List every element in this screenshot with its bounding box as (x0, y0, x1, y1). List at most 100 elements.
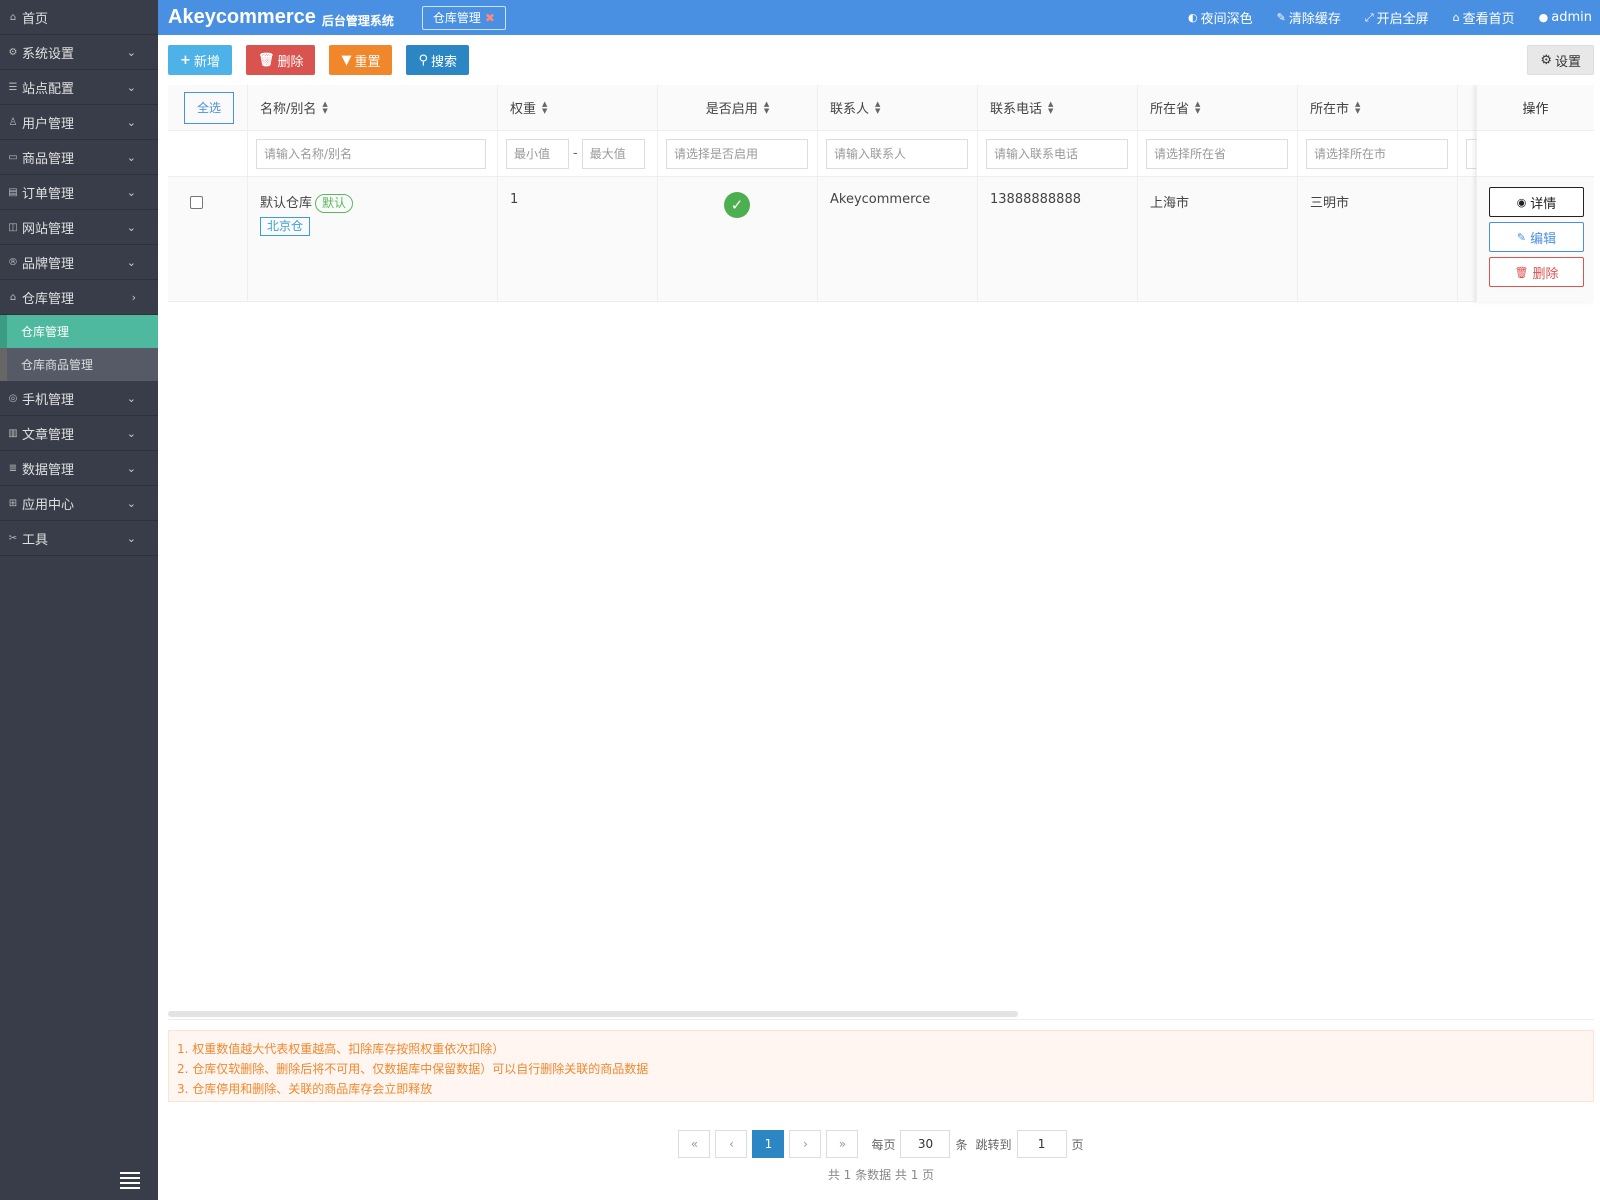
sidebar-item-home[interactable]: ⌂ 首页 (0, 0, 158, 35)
phone-cell: 13888888888 (978, 177, 1138, 301)
column-header-name[interactable]: 名称/别名 ▲ ▼ (248, 85, 498, 130)
sidebar-item-articles[interactable]: ▥ 文章管理 ⌄ (0, 416, 158, 451)
sort-icon[interactable]: ▲ ▼ (1355, 100, 1360, 115)
sidebar-item-users[interactable]: ♙ 用户管理 ⌄ (0, 105, 158, 140)
province-cell: 上海市 (1138, 177, 1298, 301)
next-page-button[interactable]: › (789, 1130, 822, 1158)
fullscreen-button[interactable]: ⤢ 开启全屏 (1364, 8, 1429, 28)
last-page-button[interactable]: » (826, 1130, 859, 1158)
sort-icon[interactable]: ▲ ▼ (322, 100, 327, 115)
operations-filter-empty (1477, 131, 1594, 177)
name-filter-input[interactable]: 请输入名称/别名 (256, 138, 486, 169)
sidebar-item-brands[interactable]: ® 品牌管理 ⌄ (0, 245, 158, 280)
page-unit: 页 (1071, 1137, 1084, 1152)
sort-icon[interactable]: ▲ ▼ (1195, 100, 1200, 115)
phone-icon: ◎ (8, 392, 18, 404)
add-button[interactable]: + 新增 (168, 45, 232, 75)
trash-icon: 🗑 (1514, 265, 1529, 279)
first-page-button[interactable]: « (678, 1130, 711, 1158)
search-button[interactable]: ⚲ 搜索 (406, 45, 470, 75)
prev-page-button[interactable]: ‹ (715, 1130, 748, 1158)
jump-page-input[interactable]: 1 (1016, 1130, 1067, 1158)
select-all-button[interactable]: 全选 (184, 91, 234, 124)
header-actions: ◐ 夜间深色 ✎ 清除缓存 ⤢ 开启全屏 ⌂ 查看首页 ● admin (1164, 8, 1592, 27)
gear-icon: ⚙ (8, 46, 18, 58)
column-header-weight[interactable]: 权重 ▲ ▼ (498, 85, 658, 130)
sidebar-item-warehouse[interactable]: ⌂ 仓库管理 › (0, 280, 158, 315)
tab-warehouse[interactable]: 仓库管理 ✖ (421, 5, 506, 30)
search-label: 搜索 (431, 54, 458, 70)
detail-button[interactable]: ◉ 详情 (1489, 187, 1584, 217)
sort-icon[interactable]: ▲ ▼ (764, 100, 769, 115)
sidebar-subitem-warehouse-products[interactable]: 仓库商品管理 (0, 348, 158, 381)
gear-icon: ⚙ (1540, 52, 1552, 68)
city-filter-select[interactable]: 请选择所在市 (1306, 138, 1448, 169)
add-label: 新增 (193, 54, 220, 70)
column-header-operations: 操作 (1477, 85, 1594, 131)
contact-cell: Akeycommerce (818, 177, 978, 301)
weight-min-input[interactable]: 最小值 (506, 138, 569, 169)
user-icon: ● (1538, 11, 1549, 24)
sidebar-item-sites[interactable]: ◫ 网站管理 ⌄ (0, 210, 158, 245)
row-checkbox[interactable] (190, 196, 203, 209)
sort-icon[interactable]: ▲ ▼ (542, 100, 547, 115)
phone-filter-input[interactable]: 请输入联系电话 (986, 138, 1128, 169)
filter-cell-enabled: 请选择是否启用 (658, 131, 818, 176)
column-header-city[interactable]: 所在市 ▲ ▼ (1298, 85, 1458, 130)
weight-cell: 1 (498, 177, 658, 301)
page-button-current[interactable]: 1 (752, 1130, 785, 1158)
sidebar-item-tools[interactable]: ✂ 工具 ⌄ (0, 521, 158, 556)
sidebar-item-apps[interactable]: ⊞ 应用中心 ⌄ (0, 486, 158, 521)
column-label: 所在省 (1150, 102, 1190, 117)
brand-logo: Akeycommerce (168, 6, 316, 28)
chevron-down-icon: ⌄ (126, 461, 136, 475)
view-home-label: 查看首页 (1462, 12, 1515, 27)
data-table: 全选 名称/别名 ▲ ▼ 权重 ▲ ▼ 是否启用 ▲ ▼ 联系人 ▲ ▼ 联系电话 ▲ ▼ (168, 85, 1594, 1020)
notice-line: 3. 仓库停用和删除、关联的商品库存会立即释放 (177, 1082, 433, 1096)
province-filter-select[interactable]: 请选择所在省 (1146, 138, 1288, 169)
close-icon[interactable]: ✖ (485, 11, 495, 25)
sidebar-subitem-warehouse[interactable]: 仓库管理 (0, 315, 158, 348)
filter-cell-name: 请输入名称/别名 (248, 131, 498, 176)
home-icon: ⌂ (1452, 11, 1460, 24)
per-page-input[interactable]: 30 (900, 1130, 951, 1158)
filter-cell-province: 请选择所在省 (1138, 131, 1298, 176)
column-header-phone[interactable]: 联系电话 ▲ ▼ (978, 85, 1138, 130)
column-label: 所在市 (1310, 102, 1350, 117)
user-menu[interactable]: ● admin (1539, 10, 1592, 25)
enabled-filter-select[interactable]: 请选择是否启用 (666, 138, 808, 169)
column-header-enabled[interactable]: 是否启用 ▲ ▼ (658, 85, 818, 130)
night-mode-button[interactable]: ◐ 夜间深色 (1188, 8, 1253, 27)
sidebar-item-label: 首页 (22, 11, 49, 27)
sidebar-collapse-icon[interactable] (120, 1172, 140, 1189)
per-page-unit: 条 (955, 1137, 968, 1152)
horizontal-scrollbar[interactable] (168, 1011, 1018, 1017)
pagination-summary: 共 1 条数据 共 1 页 (827, 1168, 935, 1182)
weight-max-input[interactable]: 最大值 (581, 138, 645, 169)
sidebar-item-products[interactable]: ▭ 商品管理 ⌄ (0, 140, 158, 175)
sort-icon[interactable]: ▲ ▼ (1048, 100, 1053, 115)
expand-icon: ⤢ (1364, 10, 1374, 24)
delete-button[interactable]: 🗑 删除 (245, 45, 316, 75)
row-delete-button[interactable]: 🗑 删除 (1489, 257, 1584, 287)
sidebar-item-label: 网站管理 (22, 221, 75, 237)
sidebar-item-mobile[interactable]: ◎ 手机管理 ⌄ (0, 381, 158, 416)
column-header-province[interactable]: 所在省 ▲ ▼ (1138, 85, 1298, 130)
chevron-down-icon: ⌄ (126, 115, 136, 129)
sidebar-item-orders[interactable]: ▤ 订单管理 ⌄ (0, 175, 158, 210)
box-icon: ▭ (8, 151, 18, 163)
sidebar-item-label: 工具 (22, 532, 49, 548)
column-header-contact[interactable]: 联系人 ▲ ▼ (818, 85, 978, 130)
edit-button[interactable]: ✎ 编辑 (1489, 222, 1584, 252)
view-home-button[interactable]: ⌂ 查看首页 (1453, 8, 1515, 27)
sidebar-item-site-config[interactable]: ☰ 站点配置 ⌄ (0, 70, 158, 105)
reset-button[interactable]: ▼ 重置 (329, 45, 393, 75)
table-header-row: 全选 名称/别名 ▲ ▼ 权重 ▲ ▼ 是否启用 ▲ ▼ 联系人 ▲ ▼ 联系电话 ▲ ▼ (168, 85, 1594, 131)
fullscreen-label: 开启全屏 (1376, 12, 1429, 27)
clear-cache-button[interactable]: ✎ 清除缓存 (1277, 8, 1341, 27)
settings-button[interactable]: ⚙ 设置 (1527, 45, 1594, 75)
contact-filter-input[interactable]: 请输入联系人 (826, 138, 968, 169)
sidebar-item-system-settings[interactable]: ⚙ 系统设置 ⌄ (0, 35, 158, 70)
sidebar-item-data[interactable]: ≣ 数据管理 ⌄ (0, 451, 158, 486)
sort-icon[interactable]: ▲ ▼ (875, 100, 880, 115)
